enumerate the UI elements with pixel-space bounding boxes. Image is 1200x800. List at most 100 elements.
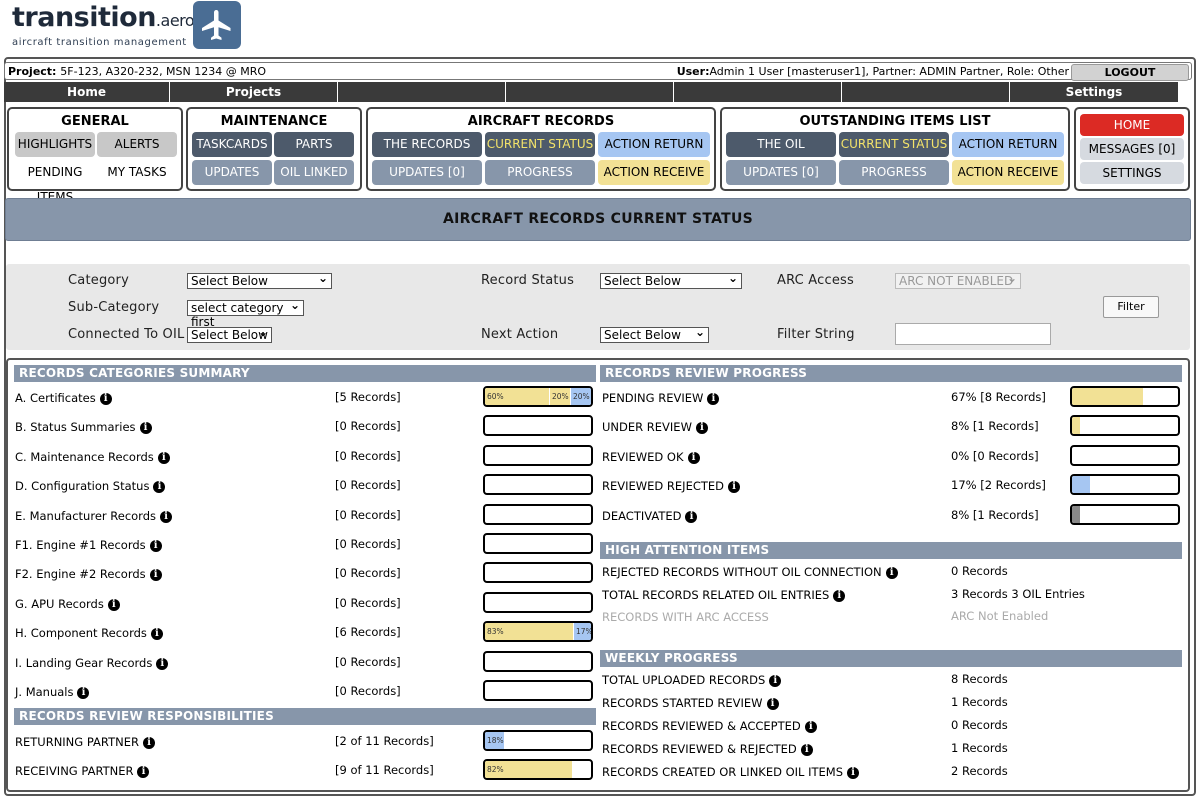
info-icon[interactable]: i <box>142 737 155 749</box>
oil-current-status-button[interactable]: CURRENT STATUS <box>839 132 949 157</box>
info-icon[interactable]: i <box>149 569 162 582</box>
the-oil-button[interactable]: THE OIL <box>726 132 836 157</box>
oil-progress-button[interactable]: PROGRESS <box>839 160 949 185</box>
review-progress-bar <box>1070 444 1180 466</box>
settings-button[interactable]: SETTINGS <box>1080 162 1184 184</box>
highlights-button[interactable]: HIGHLIGHTS <box>15 132 95 157</box>
category-row-count: [0 Records] <box>335 537 401 551</box>
attention-row-label: TOTAL RECORDS RELATED OIL ENTRIES i <box>602 588 846 602</box>
progress-row-value: 0% [0 Records] <box>951 448 1039 463</box>
messages-button[interactable]: MESSAGES [0] <box>1080 138 1184 160</box>
main-nav: Home Projects Settings <box>4 82 1178 102</box>
review-progress-bar <box>1070 386 1180 407</box>
records-action-return-button[interactable]: ACTION RETURN <box>598 132 710 157</box>
nav-home[interactable]: Home <box>4 82 170 102</box>
nav-projects[interactable]: Projects <box>170 82 338 102</box>
connected-oil-label: Connected To OIL <box>68 327 185 342</box>
category-progress-bar <box>483 415 593 437</box>
info-icon[interactable]: i <box>800 744 813 756</box>
info-icon[interactable]: i <box>687 451 700 464</box>
info-icon[interactable]: i <box>695 422 708 435</box>
filter-panel: Category Select Below Sub-Category selec… <box>6 264 1190 350</box>
weekly-row-value: 0 Records <box>951 718 1008 732</box>
info-icon[interactable]: i <box>885 567 898 579</box>
category-row-label: B. Status Summaries i <box>15 420 152 435</box>
info-icon[interactable]: i <box>153 481 166 494</box>
category-row-count: [6 Records] <box>335 625 401 640</box>
info-icon[interactable]: i <box>107 598 120 611</box>
project-info: Project: 5F-123, A320-232, MSN 1234 @ MR… <box>8 65 267 78</box>
progress-row-value: 8% [1 Records] <box>951 419 1039 434</box>
category-row-count: [0 Records] <box>335 478 401 493</box>
bar-segment <box>1072 476 1090 494</box>
bar-segment <box>1072 388 1143 405</box>
next-action-select[interactable]: Select Below <box>600 325 709 343</box>
filter-string-input[interactable] <box>895 323 1051 345</box>
my-tasks-button[interactable]: MY TASKS <box>97 160 177 185</box>
the-records-button[interactable]: THE RECORDS <box>372 132 482 157</box>
category-row-count: [0 Records] <box>335 684 401 698</box>
category-row-count: [0 Records] <box>335 448 401 463</box>
records-progress-button[interactable]: PROGRESS <box>485 160 595 185</box>
nav-settings[interactable]: Settings <box>1010 82 1178 102</box>
oil-action-receive-button[interactable]: ACTION RECEIVE <box>952 160 1064 185</box>
maintenance-updates-button[interactable]: UPDATES <box>192 160 272 185</box>
category-row-count: [0 Records] <box>335 419 401 434</box>
bar-segment <box>1072 417 1080 435</box>
info-icon[interactable]: i <box>160 510 172 523</box>
record-status-select[interactable]: Select Below <box>600 271 742 289</box>
nav-empty-2[interactable] <box>506 82 674 102</box>
oil-linked-button[interactable]: OIL LINKED <box>274 160 354 185</box>
records-action-receive-button[interactable]: ACTION RECEIVE <box>598 160 710 185</box>
attention-row-label: RECORDS WITH ARC ACCESS <box>602 610 769 624</box>
info-icon[interactable]: i <box>149 540 162 552</box>
info-icon[interactable]: i <box>847 767 860 779</box>
connected-oil-select[interactable]: Select Below <box>187 325 272 343</box>
parts-button[interactable]: PARTS <box>274 132 354 157</box>
info-icon[interactable]: i <box>685 510 698 523</box>
nav-empty-3[interactable] <box>674 82 842 102</box>
oil-action-return-button[interactable]: ACTION RETURN <box>952 132 1064 157</box>
info-icon[interactable]: i <box>766 698 779 710</box>
taskcards-button[interactable]: TASKCARDS <box>192 132 272 157</box>
info-icon[interactable]: i <box>769 675 782 687</box>
records-current-status-button[interactable]: CURRENT STATUS <box>485 132 595 157</box>
category-label: Category <box>68 273 129 288</box>
page-title: AIRCRAFT RECORDS CURRENT STATUS <box>5 198 1191 241</box>
info-icon[interactable]: i <box>150 628 163 641</box>
info-icon[interactable]: i <box>139 422 152 435</box>
info-icon[interactable]: i <box>804 721 817 733</box>
info-icon[interactable]: i <box>156 657 169 670</box>
category-select[interactable]: Select Below <box>187 271 332 289</box>
pending-items-button[interactable]: PENDING ITEMS <box>11 160 99 204</box>
info-icon[interactable]: i <box>157 451 170 464</box>
responsibility-progress-bar: 18% <box>483 730 593 751</box>
category-progress-bar <box>483 680 593 701</box>
general-title: GENERAL <box>61 114 129 129</box>
info-icon[interactable]: i <box>77 687 90 699</box>
logout-button[interactable]: LOGOUT <box>1071 64 1189 81</box>
category-row-count: [0 Records] <box>335 595 401 610</box>
oil-menu: OUTSTANDING ITEMS LIST THE OIL CURRENT S… <box>720 107 1070 191</box>
category-row-label: F1. Engine #1 Records i <box>15 538 162 552</box>
weekly-row-value: 1 Records <box>951 741 1008 755</box>
weekly-row-value: 2 Records <box>951 764 1008 778</box>
category-row-label: C. Maintenance Records i <box>15 450 170 464</box>
records-updates-button[interactable]: UPDATES [0] <box>372 160 482 185</box>
info-icon[interactable]: i <box>99 393 112 405</box>
attention-row-label: REJECTED RECORDS WITHOUT OIL CONNECTION i <box>602 565 898 579</box>
category-row-label: I. Landing Gear Records i <box>15 656 169 670</box>
nav-empty-4[interactable] <box>842 82 1010 102</box>
info-icon[interactable]: i <box>833 589 846 602</box>
nav-empty-1[interactable] <box>338 82 506 102</box>
oil-updates-button[interactable]: UPDATES [0] <box>726 160 836 185</box>
info-icon[interactable]: i <box>707 393 720 405</box>
responsibility-progress-bar: 82% <box>483 759 593 780</box>
home-button[interactable]: HOME <box>1080 114 1184 136</box>
weekly-row-value: 8 Records <box>951 672 1008 686</box>
filter-button[interactable]: Filter <box>1103 296 1159 318</box>
subcategory-select[interactable]: select category first <box>187 298 304 329</box>
info-icon[interactable]: i <box>728 481 741 494</box>
alerts-button[interactable]: ALERTS <box>97 132 177 157</box>
info-icon[interactable]: i <box>137 766 150 778</box>
